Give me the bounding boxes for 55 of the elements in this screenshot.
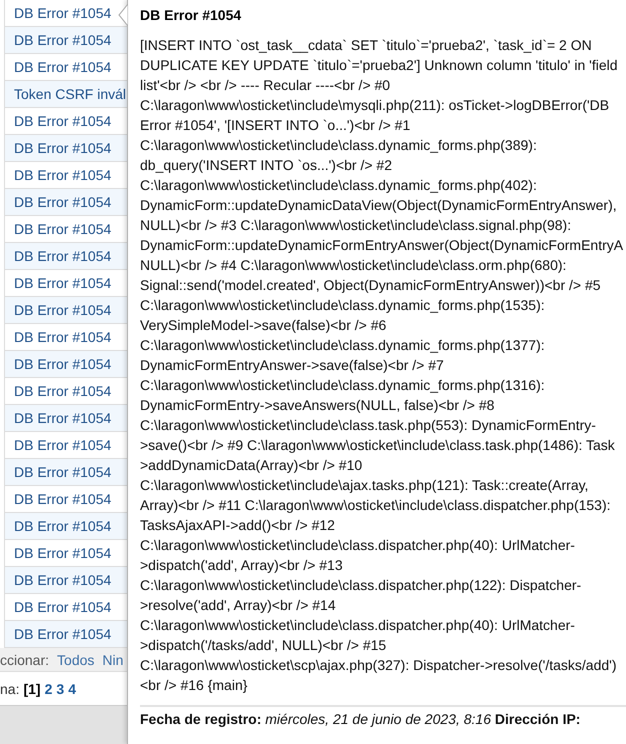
error-line: C:\laragon\www\osticket\include\class.dynamic_forms.php(389):	[140, 136, 538, 155]
table-cell[interactable]: DB Error #1054	[14, 167, 112, 183]
error-line: [INSERT INTO `ost_task__cdata` SET `titulo`='prueba2', `task_id`= 2 ON	[140, 36, 593, 55]
error-line: NULL)<br /> #4 C:\laragon\www\osticket\include\class.orm.php(680):	[140, 256, 568, 275]
table-cell[interactable]: DB Error #1054	[14, 329, 112, 345]
error-line: C:\laragon\www\osticket\include\ajax.tasks.php(121): Task::create(Array,	[140, 476, 590, 495]
error-line: Array)<br /> #11 C:\laragon\www\osticket\include\class.dispatcher.php(153):	[140, 496, 612, 515]
table-cell[interactable]: DB Error #1054	[14, 275, 112, 291]
error-line: DynamicForm::updateDynamicDataView(Object(DynamicFormEntryAnswer),	[140, 196, 618, 215]
error-line: C:\laragon\www\osticket\include\class.dispatcher.php(40): UrlMatcher-	[140, 616, 576, 635]
error-line: >addDynamicData(Array)<br /> #10	[140, 456, 364, 475]
error-line: NULL)<br /> #3 C:\laragon\www\osticket\include\class.signal.php(98):	[140, 216, 572, 235]
error-line: Error #1054', '[INSERT INTO `o...')<br /> #1	[140, 116, 412, 135]
error-line: DynamicFormEntryAnswer->save(false)<br /> #7	[140, 356, 445, 375]
table-cell[interactable]: DB Error #1054	[14, 221, 112, 237]
error-line: C:\laragon\www\osticket\include\class.dynamic_forms.php(1377):	[140, 336, 546, 355]
page-link[interactable]: [1]	[23, 680, 41, 696]
error-line: >save()<br /> #9 C:\laragon\www\osticket\include\class.task.php(1486): Task	[140, 436, 616, 455]
error-line: >dispatch('add', Array)<br /> #13	[140, 556, 344, 575]
error-line: <br /> #16 {main}	[140, 676, 248, 695]
table-cell[interactable]: DB Error #1054	[14, 383, 112, 399]
error-line: C:\laragon\www\osticket\include\class.dynamic_forms.php(1316):	[140, 376, 546, 395]
page-link[interactable]: 2	[44, 680, 52, 696]
error-line: DynamicForm::updateDynamicFormEntryAnswer(Object(DynamicFormEntryA	[140, 236, 624, 255]
table-cell[interactable]: DB Error #1054	[14, 491, 112, 507]
error-line: C:\laragon\www\osticket\include\class.dispatcher.php(40): UrlMatcher-	[140, 536, 576, 555]
table-cell[interactable]: DB Error #1054	[14, 545, 112, 561]
error-line: DynamicFormEntry->saveAnswers(NULL, false)<br /> #8	[140, 396, 496, 415]
popup-title: DB Error #1054	[140, 6, 242, 25]
error-line: Signal::send('model.created', Object(DynamicFormEntryAnswer))<br /> #5	[140, 276, 602, 295]
log-info: Fecha de registro: miércoles, 21 de junio de 2023, 8:16 Dirección IP:	[140, 705, 626, 728]
error-line: >dispatch('/tasks/add', NULL)<br /> #15	[140, 636, 388, 655]
page-link[interactable]: 4	[68, 680, 76, 696]
table-cell[interactable]: DB Error #1054	[14, 599, 112, 615]
page-link[interactable]: 3	[56, 680, 64, 696]
table-cell[interactable]: DB Error #1054	[14, 113, 112, 129]
error-line: C:\laragon\www\osticket\scp\ajax.php(327): Dispatcher->resolve('/tasks/add')	[140, 656, 618, 675]
error-line: VerySimpleModel->save(false)<br /> #6	[140, 316, 388, 335]
select-link[interactable]: Nin	[102, 652, 124, 668]
table-cell[interactable]: DB Error #1054	[14, 59, 112, 75]
error-line: C:\laragon\www\osticket\include\class.dynamic_forms.php(402):	[140, 176, 538, 195]
error-line: list'<br /> <br /> ---- Recular ----<br /> #0	[140, 76, 392, 95]
error-line: db_query('INSERT INTO `os...')<br /> #2	[140, 156, 394, 175]
error-line: >resolve('add', Array)<br /> #14	[140, 596, 337, 615]
error-line: C:\laragon\www\osticket\include\class.dispatcher.php(122): Dispatcher-	[140, 576, 582, 595]
error-line: C:\laragon\www\osticket\include\mysqli.php(211): osTicket->logDBError('DB	[140, 96, 610, 115]
selection-label: ccionar:	[0, 652, 50, 668]
select-link[interactable]: Todos	[57, 652, 94, 668]
error-line: C:\laragon\www\osticket\include\class.dynamic_forms.php(1535):	[140, 296, 546, 315]
error-line: DUPLICATE KEY UPDATE `titulo`='prueba2'] Unknown column 'titulo' in 'field	[140, 56, 619, 75]
table-cell[interactable]: DB Error #1054	[14, 5, 112, 21]
error-line: TasksAjaxAPI->add()<br /> #12	[140, 516, 336, 535]
table-cell[interactable]: DB Error #1054	[14, 437, 112, 453]
page-label: na:	[0, 680, 20, 696]
error-line: C:\laragon\www\osticket\include\class.task.php(553): DynamicFormEntry-	[140, 416, 597, 435]
